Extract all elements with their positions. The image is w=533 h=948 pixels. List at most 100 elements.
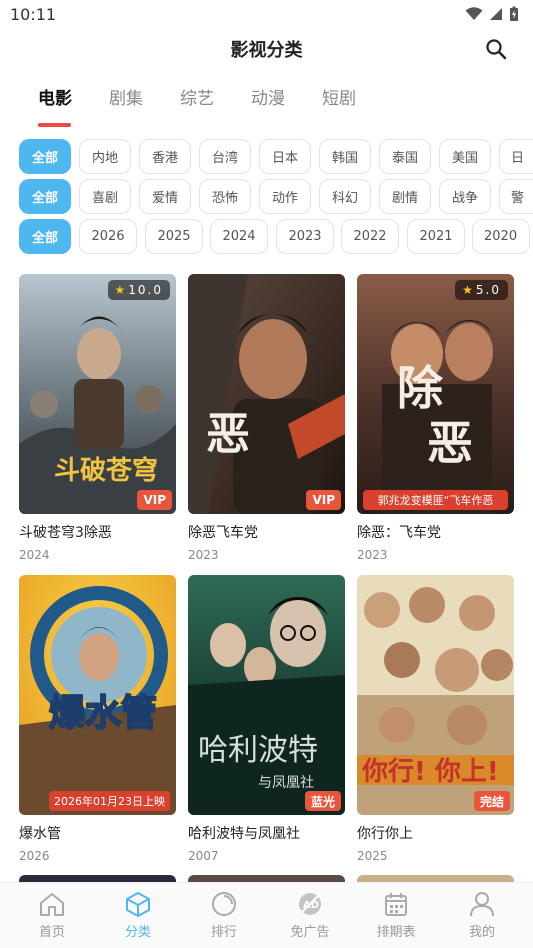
svg-text:爆水管: 爆水管 [49, 693, 157, 734]
star-icon: ★ [462, 283, 473, 297]
home-icon [40, 893, 64, 916]
vip-badge: VIP [306, 490, 341, 510]
tab-series[interactable]: 剧集 [109, 84, 143, 109]
genre-filter-row: 全部 喜剧 爱情 恐怖 动作 科幻 剧情 战争 警 [19, 179, 533, 215]
battery-icon [510, 6, 518, 21]
profile-icon [470, 892, 494, 917]
movie-year: 2024 [19, 548, 50, 562]
movie-title[interactable]: 除恶飞车党 [188, 522, 345, 542]
cube-icon [126, 892, 150, 917]
svg-text:哈利波特: 哈利波特 [198, 733, 318, 768]
movie-card[interactable]: 恶 VIP 除恶飞车党 2023 [188, 274, 345, 562]
year-chip[interactable]: 2025 [145, 219, 203, 254]
status-badge: 完结 [473, 791, 510, 811]
genre-chip[interactable]: 喜剧 [79, 179, 131, 214]
movie-year: 2025 [357, 849, 388, 863]
vip-badge: VIP [137, 490, 172, 510]
tab-anime[interactable]: 动漫 [251, 84, 285, 109]
bottom-navigation: 首页 分类 排行 AD 免广告 排期表 我的 [0, 882, 533, 948]
year-chip[interactable]: 2020 [472, 219, 530, 254]
genre-chip[interactable]: 科幻 [319, 179, 371, 214]
svg-text:与凤凰社: 与凤凰社 [258, 775, 314, 791]
region-chip[interactable]: 美国 [439, 139, 491, 174]
nav-ranking[interactable]: 排行 [194, 891, 254, 940]
movie-year: 2007 [188, 849, 219, 863]
year-chip[interactable]: 2024 [210, 219, 268, 254]
poster-image: 你行! 你上! [357, 575, 514, 815]
svg-text:恶: 恶 [206, 409, 250, 460]
movie-card[interactable]: 你行! 你上! 完结 你行你上 2025 [357, 575, 514, 863]
region-chip[interactable]: 韩国 [319, 139, 371, 174]
nav-home-label: 首页 [38, 925, 65, 940]
genre-chip[interactable]: 动作 [259, 179, 311, 214]
movie-card[interactable]: 哈利波特 与凤凰社 蓝光 哈利波特与凤凰社 2007 [188, 575, 345, 863]
movie-card[interactable]: 除 恶 ★ 5.0 郭兆龙变模匪“飞车作恶 除恶：飞车党 2023 [357, 274, 514, 562]
nav-schedule[interactable]: 排期表 [366, 891, 426, 940]
nav-category-label: 分类 [124, 925, 151, 940]
movie-title[interactable]: 你行你上 [357, 823, 514, 843]
movie-poster[interactable]: 斗破苍穹 ★ 10.0 VIP [19, 274, 176, 514]
year-chip[interactable]: 2021 [407, 219, 465, 254]
wifi-icon [465, 7, 483, 20]
signal-icon [490, 8, 502, 20]
genre-chip[interactable]: 战争 [439, 179, 491, 214]
region-chip[interactable]: 日 [499, 139, 533, 174]
movie-title[interactable]: 斗破苍穹3除恶 [19, 522, 176, 542]
movie-title[interactable]: 哈利波特与凤凰社 [188, 823, 345, 843]
movie-poster[interactable]: 哈利波特 与凤凰社 蓝光 [188, 575, 345, 815]
nav-schedule-label: 排期表 [376, 925, 416, 940]
poster-image: 除 恶 [357, 274, 514, 514]
status-time: 10:11 [10, 5, 57, 24]
year-filter-row: 全部 2026 2025 2024 2023 2022 2021 2020 [19, 219, 533, 255]
year-chip[interactable]: 2022 [341, 219, 399, 254]
movie-poster[interactable]: 恶 VIP [188, 274, 345, 514]
nav-profile[interactable]: 我的 [452, 891, 512, 940]
year-chip[interactable]: 2023 [276, 219, 334, 254]
tab-variety[interactable]: 综艺 [180, 84, 214, 109]
nav-home[interactable]: 首页 [22, 891, 82, 940]
svg-text:斗破苍穹: 斗破苍穹 [54, 455, 158, 486]
movie-year: 2023 [188, 548, 219, 562]
movie-poster[interactable]: 你行! 你上! 完结 [357, 575, 514, 815]
movie-card[interactable]: 斗破苍穹 ★ 10.0 VIP 斗破苍穹3除恶 2024 [19, 274, 176, 562]
poster-image: 斗破苍穹 [19, 274, 176, 514]
quality-badge: 蓝光 [304, 791, 341, 811]
year-chip[interactable]: 2026 [79, 219, 137, 254]
nav-category[interactable]: 分类 [108, 891, 168, 940]
year-chip[interactable]: 全部 [19, 219, 71, 254]
svg-text:除: 除 [397, 361, 444, 415]
status-bar: 10:11 [0, 0, 533, 30]
nav-no-ads[interactable]: AD 免广告 [280, 891, 340, 940]
movie-title[interactable]: 爆水管 [19, 823, 176, 843]
poster-ribbon: 2026年01月23日上映 [49, 791, 170, 811]
region-chip[interactable]: 日本 [259, 139, 311, 174]
movie-poster[interactable]: 爆水管 2026年01月23日上映 [19, 575, 176, 815]
region-chip[interactable]: 内地 [79, 139, 131, 174]
region-chip[interactable]: 全部 [19, 139, 71, 174]
nav-no-ads-label: 免广告 [290, 925, 330, 940]
nav-profile-label: 我的 [468, 925, 495, 940]
genre-chip[interactable]: 爱情 [139, 179, 191, 214]
genre-chip[interactable]: 警 [499, 179, 533, 214]
search-icon[interactable] [485, 38, 507, 60]
poster-image: 爆水管 [19, 575, 176, 815]
rating-badge: ★ 10.0 [107, 280, 170, 300]
region-filter-row: 全部 内地 香港 台湾 日本 韩国 泰国 美国 日 [19, 139, 533, 175]
genre-chip[interactable]: 恐怖 [199, 179, 251, 214]
star-icon: ★ [114, 283, 126, 297]
movie-title[interactable]: 除恶：飞车党 [357, 522, 514, 542]
tab-movie[interactable]: 电影 [38, 84, 72, 109]
rating-badge: ★ 5.0 [455, 280, 508, 300]
genre-chip[interactable]: 剧情 [379, 179, 431, 214]
region-chip[interactable]: 台湾 [199, 139, 251, 174]
ranking-icon [212, 892, 236, 916]
genre-chip[interactable]: 全部 [19, 179, 71, 214]
movie-poster[interactable]: 除 恶 ★ 5.0 郭兆龙变模匪“飞车作恶 [357, 274, 514, 514]
svg-text:恶: 恶 [427, 416, 473, 470]
movie-card[interactable]: 爆水管 2026年01月23日上映 爆水管 2026 [19, 575, 176, 863]
poster-image: 哈利波特 与凤凰社 [188, 575, 345, 815]
tab-short-drama[interactable]: 短剧 [322, 84, 356, 109]
region-chip[interactable]: 香港 [139, 139, 191, 174]
page-title: 影视分类 [230, 40, 303, 61]
region-chip[interactable]: 泰国 [379, 139, 431, 174]
